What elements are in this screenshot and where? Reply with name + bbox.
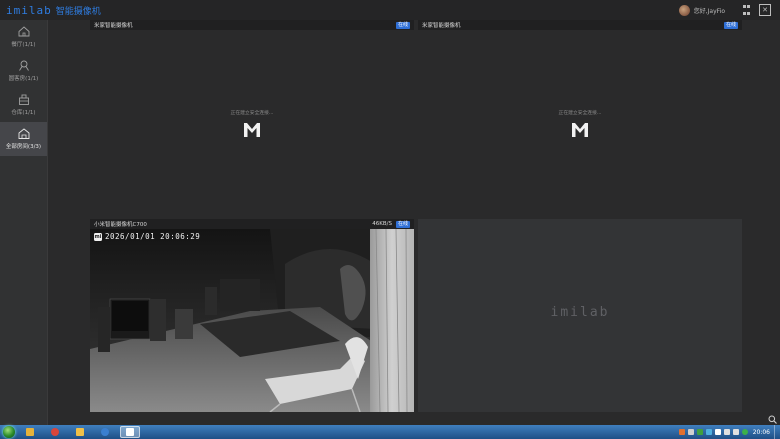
show-desktop-button[interactable]: [774, 425, 780, 439]
folder-icon: [76, 428, 84, 436]
volume-icon[interactable]: [732, 429, 739, 435]
taskbar-app-folder[interactable]: [70, 426, 90, 438]
title-bar: imilab 智能摄像机 您好,JayFio ✕: [0, 0, 780, 20]
explorer-icon: [26, 428, 34, 436]
wechat-icon[interactable]: [741, 429, 748, 435]
video-timestamp-overlay: mi 2026/01/01 20:06:29: [94, 232, 200, 241]
sidebar-item-guest-room[interactable]: 圆客房(1/1): [0, 54, 47, 88]
imilab-watermark: imilab: [550, 305, 610, 320]
zoom-icon[interactable]: [768, 415, 777, 424]
mihome-icon: [126, 428, 134, 436]
browser-icon: [101, 428, 109, 436]
sidebar-item-label: 圆客房(1/1): [8, 76, 39, 82]
timestamp: 2026/01/01 20:06:29: [105, 232, 201, 241]
sidebar-item-all-rooms[interactable]: 全部房间(3/3): [0, 122, 47, 156]
camera-header: 米家智能摄像机 在线: [90, 20, 414, 30]
grid-icon[interactable]: [739, 3, 753, 17]
chrome-icon: [51, 428, 59, 436]
avatar[interactable]: [678, 4, 690, 16]
camera-tile[interactable]: 米家智能摄像机 在线 正在建立安全连接...: [90, 20, 414, 216]
start-button[interactable]: [3, 426, 15, 438]
camera-name: 米家智能摄像机: [94, 23, 133, 29]
tray-icon[interactable]: [714, 429, 721, 435]
system-tray: 20:06: [676, 425, 780, 439]
camera-name: 小米智能摄像机C700: [94, 222, 147, 228]
user-greeting[interactable]: 您好,JayFio: [694, 6, 725, 15]
sidebar-item-label: 全部房间(3/3): [5, 144, 42, 150]
connecting-message: 正在建立安全连接...: [230, 110, 274, 116]
room-scene: [90, 229, 414, 412]
clock[interactable]: 20:06: [753, 429, 770, 436]
camera-feed-placeholder[interactable]: 正在建立安全连接...: [418, 30, 742, 216]
camera-name: 米家智能摄像机: [422, 23, 461, 29]
connecting-message: 正在建立安全连接...: [558, 110, 602, 116]
network-icon[interactable]: [723, 429, 730, 435]
status-badge: 在线: [395, 21, 410, 29]
camera-tile[interactable]: 米家智能摄像机 在线 正在建立安全连接...: [418, 20, 742, 216]
empty-camera-slot[interactable]: imilab: [418, 219, 742, 412]
home-icon: [18, 26, 29, 37]
taskbar-app-chrome[interactable]: [45, 426, 65, 438]
sidebar-item-dining-room[interactable]: 餐厅(1/1): [0, 20, 47, 54]
house-icon: [18, 128, 29, 139]
tray-icon[interactable]: [705, 429, 712, 435]
room-icon: [18, 60, 29, 71]
mihome-logo-icon: [572, 122, 588, 137]
mi-logo-icon: mi: [94, 232, 102, 241]
tray-icon[interactable]: [678, 429, 685, 435]
bitrate-readout: 46KB/S: [372, 221, 392, 227]
warehouse-icon: [18, 94, 29, 105]
camera-tile[interactable]: 小米智能摄像机C700 46KB/S 在线 mi 2026/01/01 20:0…: [90, 219, 414, 412]
taskbar-app-mihome[interactable]: [120, 426, 140, 438]
taskbar: 20:06: [0, 425, 780, 439]
camera-header: 米家智能摄像机 在线: [418, 20, 742, 30]
tray-icon[interactable]: [696, 429, 703, 435]
sidebar-item-label: 仓库(1/1): [11, 110, 36, 116]
taskbar-app-explorer[interactable]: [20, 426, 40, 438]
live-video-feed[interactable]: mi 2026/01/01 20:06:29: [90, 229, 414, 412]
tray-icon[interactable]: [687, 429, 694, 435]
status-badge: 在线: [723, 21, 738, 29]
sidebar-item-warehouse[interactable]: 仓库(1/1): [0, 88, 47, 122]
sidebar: 餐厅(1/1) 圆客房(1/1) 仓库(1/1) 全部房间(3/3): [0, 20, 48, 425]
mihome-logo-icon: [244, 122, 260, 137]
camera-feed-placeholder[interactable]: 正在建立安全连接...: [90, 30, 414, 216]
status-badge: 在线: [395, 220, 410, 228]
app-title: 智能摄像机: [55, 6, 101, 17]
brand-logo: imilab: [6, 3, 52, 17]
taskbar-app-browser[interactable]: [95, 426, 115, 438]
close-icon[interactable]: ✕: [759, 4, 771, 16]
camera-header: 小米智能摄像机C700 46KB/S 在线: [90, 219, 414, 229]
sidebar-item-label: 餐厅(1/1): [11, 42, 36, 48]
